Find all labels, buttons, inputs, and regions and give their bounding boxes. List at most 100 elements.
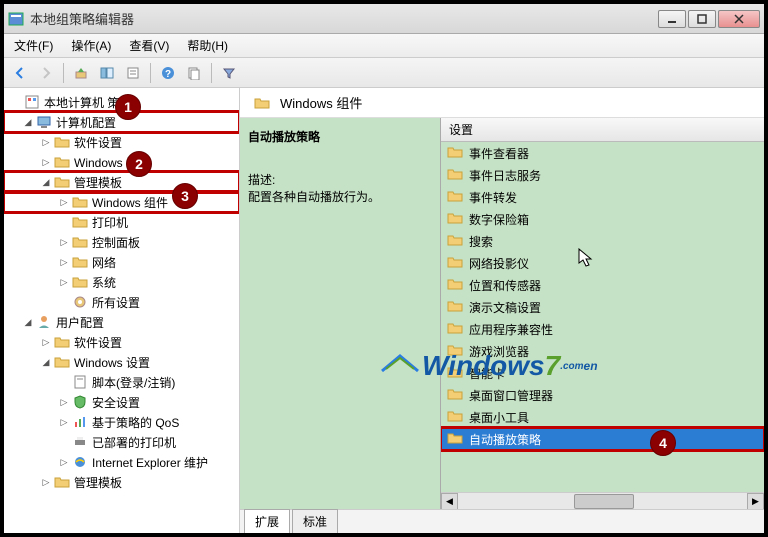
forward-button[interactable] — [34, 61, 58, 85]
list-item-label: 搜索 — [469, 233, 493, 250]
list-item[interactable]: 演示文稿设置 — [441, 296, 764, 318]
list-item-label: 事件日志服务 — [469, 167, 541, 184]
scroll-left-button[interactable]: ◀ — [441, 493, 458, 510]
chevron-down-icon[interactable]: ◢ — [22, 116, 34, 128]
folder-icon — [447, 431, 463, 448]
list-body[interactable]: 事件查看器事件日志服务事件转发数字保险箱搜索网络投影仪位置和传感器演示文稿设置应… — [441, 142, 764, 492]
tree-admin-templates[interactable]: ◢ 管理模板 — [4, 172, 239, 192]
tree-all-settings[interactable]: 所有设置 — [4, 292, 239, 312]
list-item[interactable]: 事件查看器 — [441, 142, 764, 164]
chevron-right-icon[interactable]: ▷ — [40, 136, 52, 148]
detail-column: 自动播放策略 描述: 配置各种自动播放行为。 — [240, 118, 440, 509]
list-item[interactable]: 游戏浏览器 — [441, 340, 764, 362]
back-button[interactable] — [8, 61, 32, 85]
chevron-right-icon[interactable]: ▷ — [58, 256, 70, 268]
properties-button[interactable] — [121, 61, 145, 85]
tree-panel[interactable]: 本地计算机 策略 ◢ 计算机配置 ▷ 软件设置 ▷ Windows 设置 ◢ 管 — [4, 88, 240, 533]
tree-u-security[interactable]: ▷安全设置 — [4, 392, 239, 412]
horizontal-scrollbar[interactable]: ◀ ▶ — [441, 492, 764, 509]
chevron-down-icon[interactable]: ◢ — [22, 316, 34, 328]
tree-computer-config[interactable]: ◢ 计算机配置 — [4, 112, 239, 132]
chevron-down-icon[interactable]: ◢ — [40, 176, 52, 188]
svg-text:?: ? — [165, 69, 171, 80]
chevron-right-icon[interactable]: ▷ — [58, 276, 70, 288]
tree-label: 打印机 — [92, 214, 128, 231]
folder-icon — [54, 154, 70, 170]
folder-icon — [72, 194, 88, 210]
list-item-label: 网络投影仪 — [469, 255, 529, 272]
tree-label: 管理模板 — [74, 174, 122, 191]
show-hide-tree-button[interactable] — [95, 61, 119, 85]
chevron-right-icon[interactable]: ▷ — [58, 236, 70, 248]
chevron-right-icon[interactable]: ▷ — [58, 416, 70, 428]
minimize-button[interactable] — [658, 10, 686, 28]
list-item[interactable]: 自动播放策略 — [441, 428, 764, 450]
tree-label: 网络 — [92, 254, 116, 271]
list-item[interactable]: 位置和传感器 — [441, 274, 764, 296]
list-item[interactable]: 事件转发 — [441, 186, 764, 208]
expander-icon[interactable] — [10, 96, 22, 108]
chevron-right-icon[interactable]: ▷ — [58, 396, 70, 408]
column-header[interactable]: 设置 — [441, 118, 764, 142]
list-item[interactable]: 智能卡 — [441, 362, 764, 384]
list-item[interactable]: 事件日志服务 — [441, 164, 764, 186]
menu-action[interactable]: 操作(A) — [67, 35, 115, 56]
tree-u-scripts[interactable]: 脚本(登录/注销) — [4, 372, 239, 392]
list-item[interactable]: 桌面小工具 — [441, 406, 764, 428]
printer-icon — [72, 434, 88, 450]
tree-u-software[interactable]: ▷软件设置 — [4, 332, 239, 352]
tree-software-settings[interactable]: ▷ 软件设置 — [4, 132, 239, 152]
chevron-right-icon[interactable]: ▷ — [40, 476, 52, 488]
menu-file[interactable]: 文件(F) — [10, 35, 57, 56]
help-button[interactable]: ? — [156, 61, 180, 85]
list-item[interactable]: 搜索 — [441, 230, 764, 252]
folder-icon — [447, 343, 463, 360]
tree-control-panel[interactable]: ▷ 控制面板 — [4, 232, 239, 252]
filter-button[interactable] — [217, 61, 241, 85]
tree-u-admin-templates[interactable]: ▷管理模板 — [4, 472, 239, 492]
folder-icon — [447, 321, 463, 338]
list-item[interactable]: 桌面窗口管理器 — [441, 384, 764, 406]
menu-help[interactable]: 帮助(H) — [183, 35, 232, 56]
tree-root[interactable]: 本地计算机 策略 — [4, 92, 239, 112]
list-item-label: 数字保险箱 — [469, 211, 529, 228]
chevron-right-icon[interactable]: ▷ — [40, 156, 52, 168]
tree-windows-settings[interactable]: ▷ Windows 设置 — [4, 152, 239, 172]
export-button[interactable] — [182, 61, 206, 85]
folder-icon — [447, 211, 463, 228]
tree-u-qos[interactable]: ▷基于策略的 QoS — [4, 412, 239, 432]
policy-icon — [24, 94, 40, 110]
tree-u-windows[interactable]: ◢Windows 设置 — [4, 352, 239, 372]
menu-view[interactable]: 查看(V) — [125, 35, 173, 56]
list-item[interactable]: 数字保险箱 — [441, 208, 764, 230]
scroll-thumb[interactable] — [574, 494, 634, 509]
chevron-right-icon[interactable]: ▷ — [58, 456, 70, 468]
tab-extended[interactable]: 扩展 — [244, 509, 290, 533]
tree-system[interactable]: ▷ 系统 — [4, 272, 239, 292]
tree-u-ie[interactable]: ▷Internet Explorer 维护 — [4, 452, 239, 472]
list-item-label: 演示文稿设置 — [469, 299, 541, 316]
list-item[interactable]: 应用程序兼容性 — [441, 318, 764, 340]
tabs: 扩展 标准 — [240, 509, 764, 533]
titlebar: 本地组策略编辑器 — [4, 4, 764, 34]
chevron-right-icon[interactable]: ▷ — [58, 196, 70, 208]
list-item[interactable]: 网络投影仪 — [441, 252, 764, 274]
tree-user-config[interactable]: ◢ 用户配置 — [4, 312, 239, 332]
list-item-label: 桌面小工具 — [469, 409, 529, 426]
tree-label: 系统 — [92, 274, 116, 291]
tab-standard[interactable]: 标准 — [292, 509, 338, 533]
maximize-button[interactable] — [688, 10, 716, 28]
tree-printers[interactable]: 打印机 — [4, 212, 239, 232]
list-item-label: 应用程序兼容性 — [469, 321, 553, 338]
tree-windows-components[interactable]: ▷ Windows 组件 — [4, 192, 239, 212]
close-button[interactable] — [718, 10, 760, 28]
computer-icon — [36, 114, 52, 130]
tree-label: 控制面板 — [92, 234, 140, 251]
tree-network[interactable]: ▷ 网络 — [4, 252, 239, 272]
scroll-right-button[interactable]: ▶ — [747, 493, 764, 510]
tree-u-printers[interactable]: 已部署的打印机 — [4, 432, 239, 452]
chevron-right-icon[interactable]: ▷ — [40, 336, 52, 348]
ie-icon — [72, 454, 88, 470]
chevron-down-icon[interactable]: ◢ — [40, 356, 52, 368]
up-button[interactable] — [69, 61, 93, 85]
